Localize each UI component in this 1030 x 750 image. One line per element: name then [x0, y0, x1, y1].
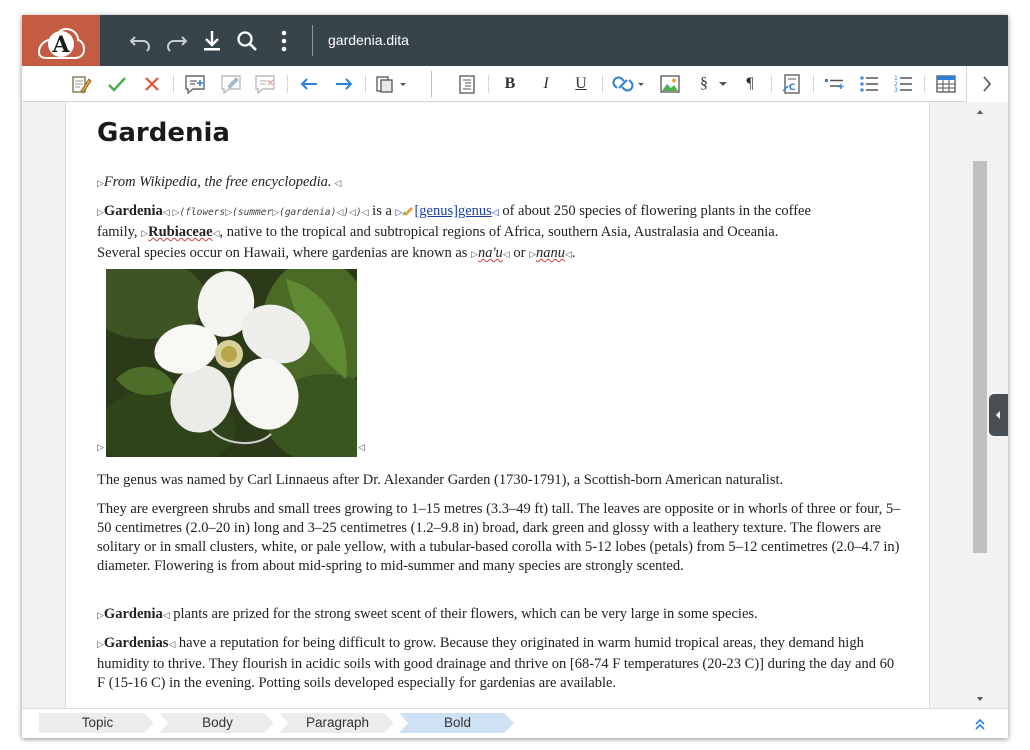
- logo-letter: A: [51, 32, 70, 58]
- tag-end-marker[interactable]: ◁: [332, 179, 341, 189]
- svg-text:C: C: [789, 83, 796, 93]
- breadcrumb-label: Bold: [443, 715, 472, 730]
- paragraph-marks-button[interactable]: ¶: [737, 71, 763, 97]
- italic-term-naau[interactable]: na'u: [478, 245, 503, 261]
- paragraph-cultivation[interactable]: ▷Gardenias◁ have a reputation for being …: [97, 634, 902, 693]
- document-title: gardenia.dita: [328, 32, 409, 48]
- accept-change-icon[interactable]: [104, 71, 130, 97]
- collapse-panel-button[interactable]: [970, 715, 990, 733]
- insert-image-icon[interactable]: [657, 71, 683, 97]
- reject-change-icon[interactable]: [139, 71, 165, 97]
- double-chevron-up-icon: [975, 718, 985, 730]
- breadcrumb-item-topic[interactable]: Topic: [39, 713, 156, 733]
- track-changes-icon[interactable]: [67, 71, 93, 97]
- image-start-marker[interactable]: ▷: [97, 443, 104, 453]
- paragraph-naming[interactable]: The genus was named by Carl Linnaeus aft…: [97, 471, 902, 490]
- document-structure-icon[interactable]: [454, 71, 480, 97]
- topbar-divider: [312, 25, 313, 56]
- chevron-left-icon: [996, 411, 1000, 419]
- paragraph-scent[interactable]: ▷Gardenia◁ plants are prized for the str…: [97, 605, 902, 626]
- breadcrumb-label: Paragraph: [305, 715, 370, 730]
- paragraph-source[interactable]: ▷From Wikipedia, the free encyclopedia. …: [97, 173, 902, 194]
- edit-comment-icon[interactable]: [218, 71, 244, 97]
- italic-button[interactable]: I: [533, 71, 559, 97]
- link-edit-icon[interactable]: [402, 204, 414, 216]
- top-bar: A gardenia.dita: [22, 15, 1008, 66]
- toolbar-overflow-button[interactable]: [966, 66, 1008, 102]
- italic-term-nanu[interactable]: nanu: [536, 245, 565, 261]
- remove-comment-icon[interactable]: [252, 71, 278, 97]
- genus-link[interactable]: genus: [458, 203, 492, 219]
- paragraph-description[interactable]: They are evergreen shrubs and small tree…: [97, 500, 902, 576]
- image-end-marker[interactable]: ◁: [358, 443, 365, 453]
- genus-link-label[interactable]: [genus]: [414, 203, 458, 219]
- previous-change-icon[interactable]: [296, 71, 322, 97]
- app-logo[interactable]: A: [22, 15, 100, 66]
- logo-icon: A: [37, 27, 86, 59]
- document-page[interactable]: Gardenia ▷From Wikipedia, the free encyc…: [65, 103, 930, 708]
- insert-list-item-icon[interactable]: [821, 71, 847, 97]
- breadcrumb-item-bold[interactable]: Bold: [399, 713, 516, 733]
- svg-text:3: 3: [894, 87, 898, 94]
- redo-icon[interactable]: [163, 28, 189, 54]
- scroll-down-arrow[interactable]: [973, 692, 987, 706]
- index-term[interactable]: (flowers: [179, 207, 225, 218]
- side-panel-toggle[interactable]: [989, 394, 1008, 436]
- numbered-list-icon[interactable]: 123: [890, 71, 916, 97]
- bold-button[interactable]: B: [497, 71, 523, 97]
- more-vertical-icon[interactable]: [271, 28, 297, 54]
- chevron-right-icon: [983, 76, 992, 92]
- paste-icon[interactable]: [373, 71, 407, 97]
- breadcrumb-label: Topic: [81, 715, 114, 730]
- insert-conref-icon[interactable]: C: [779, 71, 805, 97]
- bold-term-rubiaceae[interactable]: Rubiaceae: [148, 224, 212, 240]
- paragraph-intro[interactable]: ▷Gardenia◁ ▷(flowers▷(summer▷(gardenia)◁…: [97, 202, 902, 265]
- editor-area: Gardenia ▷From Wikipedia, the free encyc…: [22, 103, 1008, 708]
- link-icon[interactable]: [610, 71, 646, 97]
- bulleted-list-icon[interactable]: [856, 71, 882, 97]
- breadcrumb-label: Body: [202, 715, 233, 730]
- editor-window: A gardenia.dita B I U § ¶ C 1 2 3 Garden…: [22, 15, 1008, 738]
- download-icon[interactable]: [199, 28, 225, 54]
- gardenia-image[interactable]: [106, 269, 357, 457]
- insert-table-icon[interactable]: [933, 71, 959, 97]
- formatting-toolbar: B I U § ¶ C 123: [22, 66, 1008, 102]
- underline-button[interactable]: U: [568, 71, 594, 97]
- breadcrumb-item-paragraph[interactable]: Paragraph: [279, 713, 396, 733]
- scroll-up-arrow[interactable]: [973, 105, 987, 119]
- bold-term[interactable]: Gardenia: [104, 203, 163, 219]
- insert-comment-icon[interactable]: [182, 71, 208, 97]
- next-change-icon[interactable]: [331, 71, 357, 97]
- search-icon[interactable]: [234, 28, 260, 54]
- section-button[interactable]: §: [694, 71, 730, 97]
- element-breadcrumb: Topic Body Paragraph Bold: [22, 708, 1008, 738]
- topic-title[interactable]: Gardenia: [97, 118, 230, 148]
- scrollbar-thumb[interactable]: [973, 161, 987, 553]
- undo-icon[interactable]: [128, 28, 154, 54]
- tag-start-marker[interactable]: ▷: [97, 179, 104, 189]
- breadcrumb-item-body[interactable]: Body: [159, 713, 276, 733]
